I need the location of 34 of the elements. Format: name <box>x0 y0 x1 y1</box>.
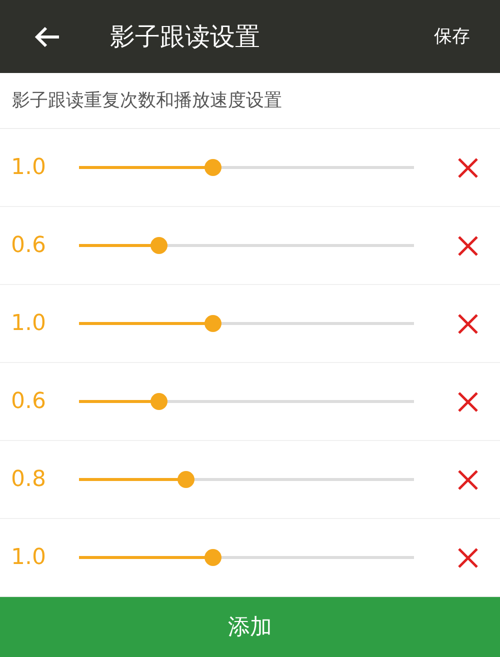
delete-button[interactable] <box>457 156 479 178</box>
close-icon <box>457 546 479 568</box>
speed-slider[interactable] <box>79 548 414 566</box>
speed-slider[interactable] <box>79 470 414 488</box>
speed-value: 0.6 <box>10 232 47 260</box>
speed-value: 1.0 <box>10 310 47 338</box>
delete-button[interactable] <box>457 234 479 256</box>
back-arrow-icon[interactable] <box>34 26 60 48</box>
speed-slider[interactable] <box>79 158 414 176</box>
delete-button[interactable] <box>457 546 479 568</box>
slider-thumb[interactable] <box>204 159 222 176</box>
slider-thumb[interactable] <box>204 549 222 566</box>
slider-thumb[interactable] <box>204 315 222 332</box>
page-title: 影子跟读设置 <box>110 20 260 53</box>
speed-value: 1.0 <box>10 544 47 572</box>
close-icon <box>457 312 479 334</box>
close-icon <box>457 468 479 490</box>
speed-slider[interactable] <box>79 314 414 332</box>
delete-button[interactable] <box>457 390 479 412</box>
speed-slider[interactable] <box>79 236 414 254</box>
close-icon <box>457 390 479 412</box>
slider-thumb[interactable] <box>150 237 168 254</box>
speed-slider[interactable] <box>79 392 414 410</box>
delete-button[interactable] <box>457 468 479 490</box>
slider-thumb[interactable] <box>150 393 168 410</box>
delete-button[interactable] <box>457 312 479 334</box>
close-icon <box>457 234 479 256</box>
speed-value: 0.8 <box>10 466 47 494</box>
section-description: 影子跟读重复次数和播放速度设置 <box>12 89 282 113</box>
slider-thumb[interactable] <box>178 471 195 488</box>
speed-value: 0.6 <box>10 388 47 416</box>
save-button[interactable]: 保存 <box>434 23 470 50</box>
close-icon <box>457 156 479 178</box>
speed-value: 1.0 <box>10 154 47 182</box>
